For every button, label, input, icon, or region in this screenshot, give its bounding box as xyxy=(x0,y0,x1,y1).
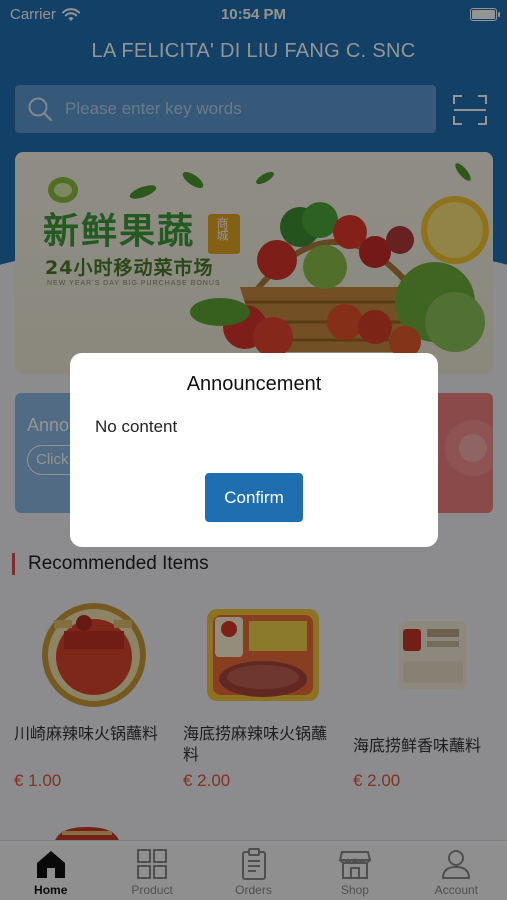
home-screen: Carrier 10:54 PM LA FELICITA' DI LIU FAN… xyxy=(0,0,507,900)
dialog-body: No content xyxy=(95,417,178,436)
confirm-button[interactable]: Confirm xyxy=(205,473,303,522)
announcement-dialog: Announcement No content Confirm xyxy=(70,353,438,547)
dialog-title: Announcement xyxy=(186,373,322,395)
